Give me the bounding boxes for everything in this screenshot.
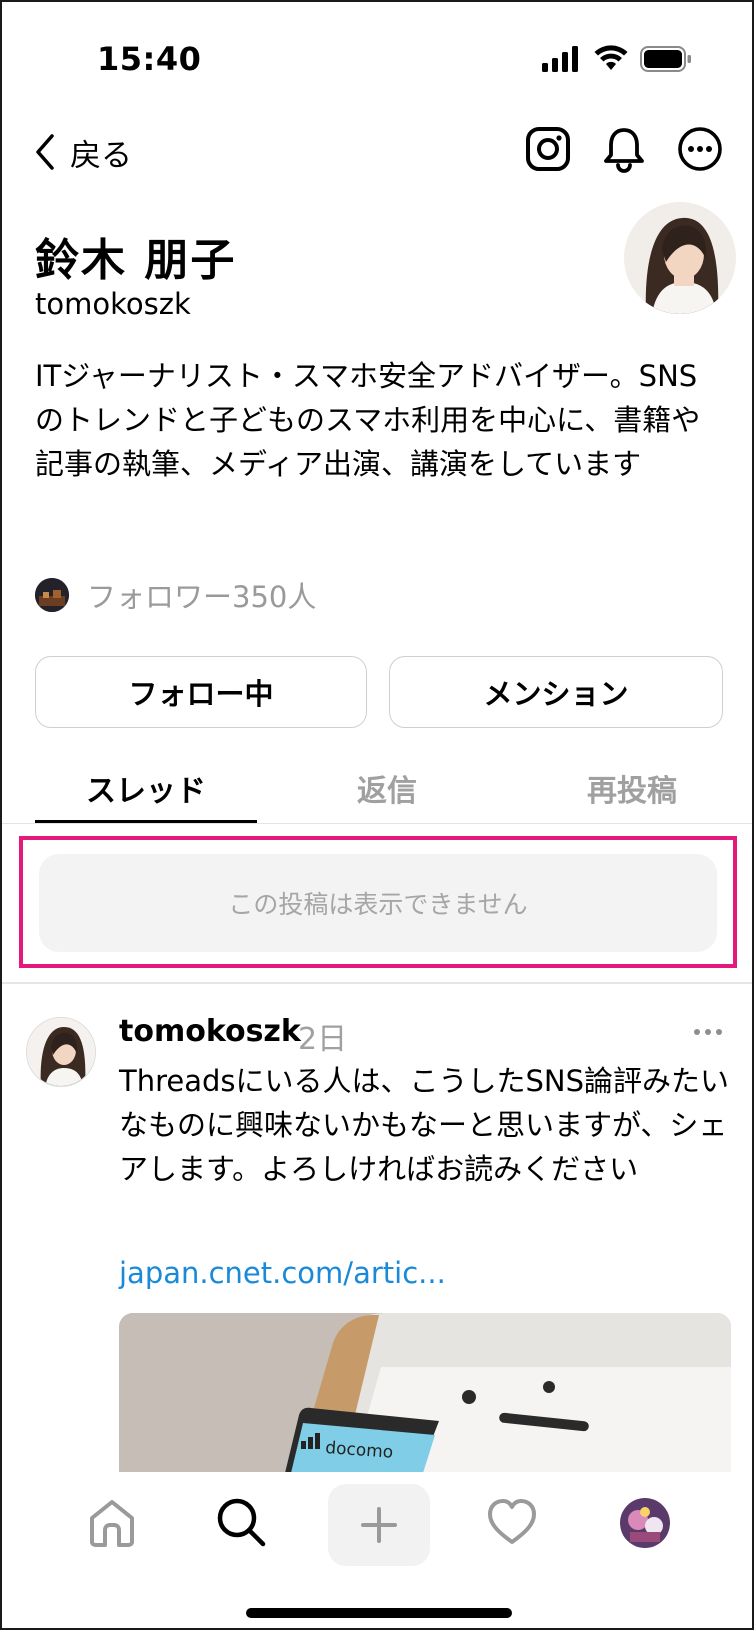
profile-avatar[interactable] <box>620 1498 670 1548</box>
tab-threads[interactable]: スレッド <box>35 762 257 822</box>
new-post-button[interactable] <box>328 1484 430 1566</box>
divider <box>2 982 752 984</box>
mention-button[interactable]: メンション <box>389 656 723 728</box>
back-button[interactable]: 戻る <box>32 127 132 177</box>
phone-screen: 15:40 戻る 鈴木 朋子 tomokoszk ITジャーナリスト・スマホ安全… <box>0 0 754 1630</box>
bottom-tab-bar <box>2 1472 752 1628</box>
bell-icon[interactable] <box>600 125 648 173</box>
wifi-icon <box>594 45 628 70</box>
profile-name: 鈴木 朋子 <box>35 235 237 286</box>
post-avatar[interactable] <box>26 1017 96 1087</box>
tab-replies[interactable]: 返信 <box>307 762 467 822</box>
following-button[interactable]: フォロー中 <box>35 656 367 728</box>
battery-icon <box>640 46 691 72</box>
status-time: 15:40 <box>97 40 202 78</box>
profile-bio: ITジャーナリスト・スマホ安全アドバイザー。SNSのトレンドと子どものスマホ利用… <box>35 359 701 481</box>
post-link[interactable]: japan.cnet.com/artic... <box>119 1256 446 1290</box>
active-tab-indicator <box>35 820 257 823</box>
back-label: 戻る <box>70 137 132 174</box>
post-timestamp: 2日 <box>298 1022 348 1057</box>
status-bar: 15:40 <box>2 2 752 112</box>
followers-count: フォロワー350人 <box>87 580 317 614</box>
followers-row[interactable]: フォロワー350人 <box>35 574 316 616</box>
plus-icon <box>361 1507 397 1543</box>
profile-tabs: スレッド 返信 再投稿 <box>2 762 752 824</box>
top-nav: 戻る <box>2 117 752 187</box>
home-indicator <box>246 1608 512 1618</box>
post-more-icon[interactable] <box>692 1022 724 1042</box>
heart-icon[interactable] <box>484 1494 540 1550</box>
post-username[interactable]: tomokoszk <box>119 1014 301 1049</box>
chevron-left-icon <box>36 134 54 170</box>
tab-reposts[interactable]: 再投稿 <box>557 762 707 822</box>
phone-photo: docomo <box>119 1313 731 1473</box>
home-icon[interactable] <box>84 1494 140 1550</box>
search-icon[interactable] <box>213 1494 269 1550</box>
profile-photo <box>624 202 736 314</box>
follower-avatar <box>35 578 69 612</box>
profile-avatar[interactable] <box>624 202 736 314</box>
signal-icon <box>542 46 578 72</box>
instagram-icon[interactable] <box>524 125 572 173</box>
highlight-box: この投稿は表示できません <box>19 836 737 968</box>
post-avatar-photo <box>27 1018 95 1086</box>
profile-handle: tomokoszk <box>35 287 191 321</box>
post-text: Threadsにいる人は、こうしたSNS論評みたいなものに興味ないかもなーと思い… <box>119 1064 730 1186</box>
hidden-post-notice: この投稿は表示できません <box>39 854 717 952</box>
more-options-icon[interactable] <box>676 125 724 173</box>
post-image[interactable]: docomo <box>119 1313 731 1473</box>
